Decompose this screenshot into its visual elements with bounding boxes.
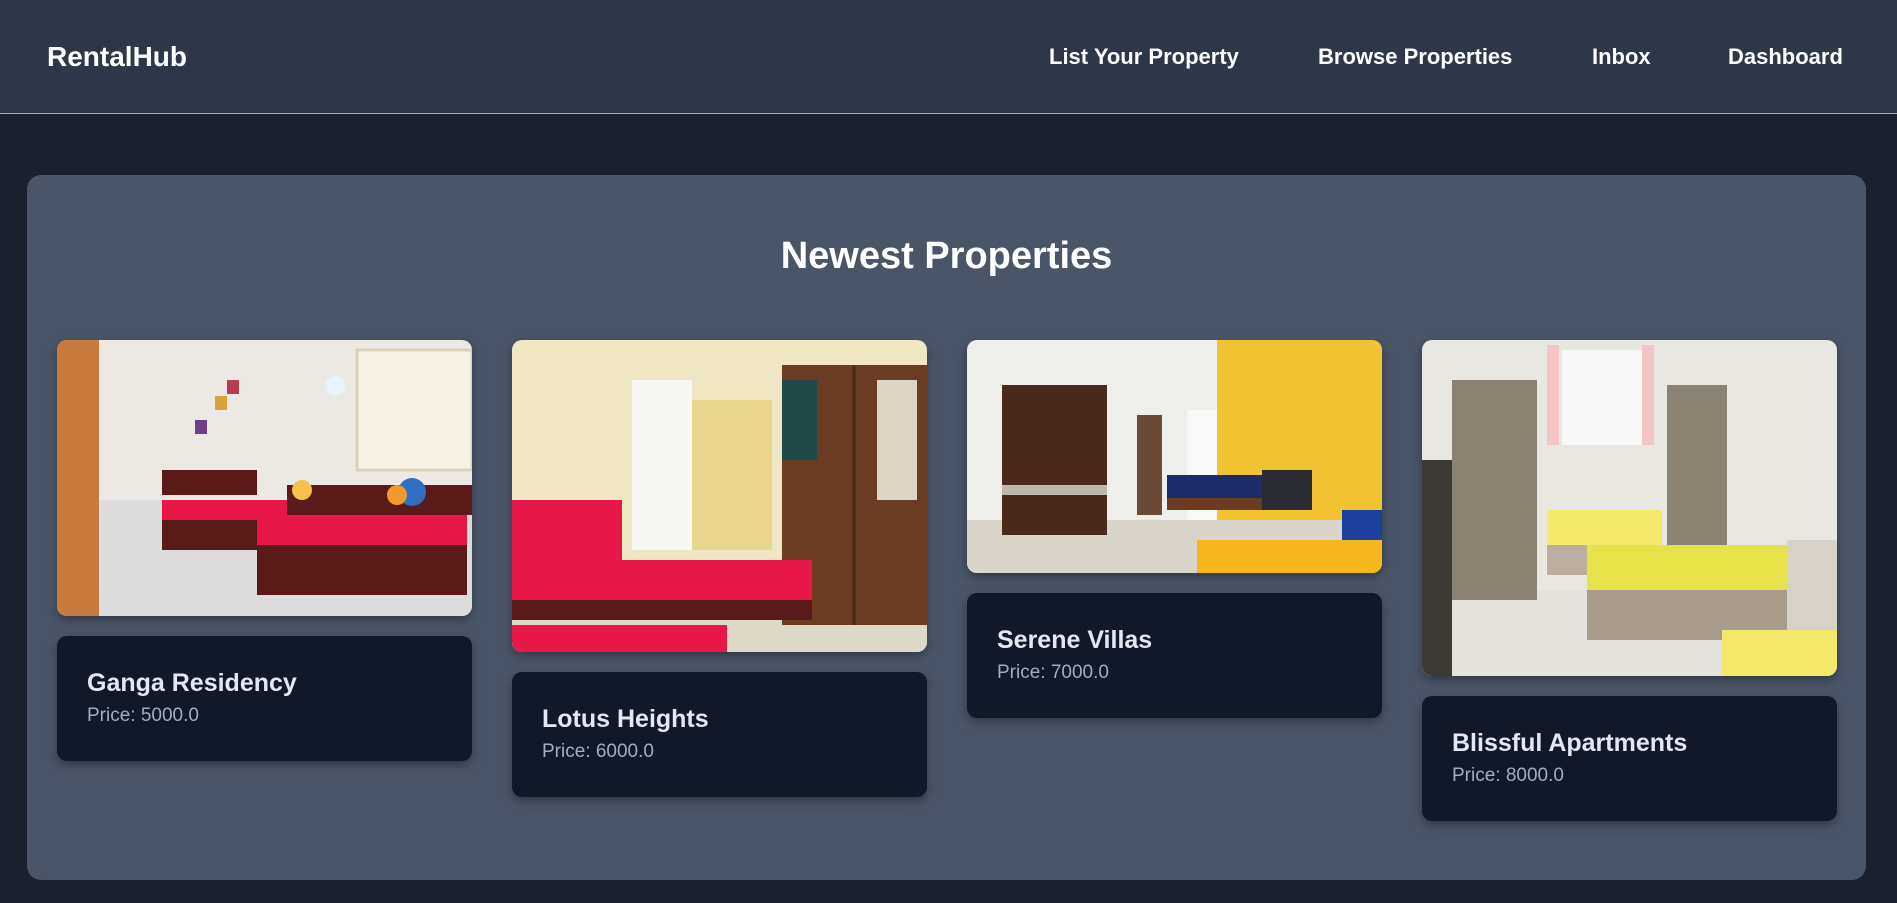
newest-properties-panel: Newest Properties Ganga Residency Price:…	[27, 175, 1866, 880]
property-info[interactable]: Lotus Heights Price: 6000.0	[512, 672, 927, 797]
brand-logo[interactable]: RentalHub	[47, 40, 187, 74]
property-photo[interactable]	[512, 340, 927, 652]
property-photo[interactable]	[967, 340, 1382, 573]
nav-link-inbox[interactable]: Inbox	[1592, 43, 1651, 71]
property-photo[interactable]	[1422, 340, 1837, 676]
section-title: Newest Properties	[780, 235, 1113, 277]
property-price: Price: 8000.0	[1452, 765, 1564, 786]
nav-link-dashboard[interactable]: Dashboard	[1728, 43, 1843, 71]
property-info[interactable]: Ganga Residency Price: 5000.0	[57, 636, 472, 761]
top-navbar: RentalHub List Your Property Browse Prop…	[0, 0, 1897, 114]
property-price: Price: 6000.0	[542, 741, 654, 762]
property-name[interactable]: Blissful Apartments	[1452, 728, 1687, 758]
property-info[interactable]: Blissful Apartments Price: 8000.0	[1422, 696, 1837, 821]
nav-link-list-your-property[interactable]: List Your Property	[1049, 43, 1239, 71]
property-photo[interactable]	[57, 340, 472, 616]
property-name[interactable]: Serene Villas	[997, 625, 1152, 655]
property-name[interactable]: Lotus Heights	[542, 704, 709, 734]
property-info[interactable]: Serene Villas Price: 7000.0	[967, 593, 1382, 718]
property-name[interactable]: Ganga Residency	[87, 668, 297, 698]
nav-link-browse-properties[interactable]: Browse Properties	[1318, 43, 1512, 71]
property-price: Price: 7000.0	[997, 662, 1109, 683]
property-price: Price: 5000.0	[87, 705, 199, 726]
